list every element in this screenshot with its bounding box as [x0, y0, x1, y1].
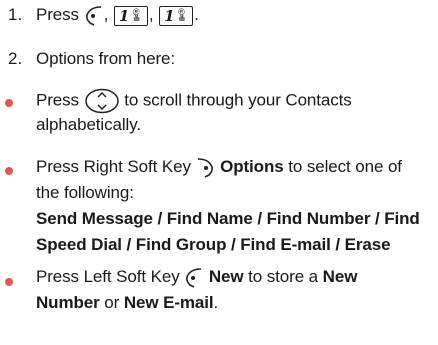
- key-1-icon: 1 ® ≗: [159, 5, 194, 26]
- left-soft-key-icon: [184, 267, 204, 289]
- bullet-2-line-2: the following:: [36, 183, 134, 202]
- number-word: Number: [36, 293, 100, 312]
- bullet-3-line-1: Press Left Soft Key New to store a New: [36, 266, 357, 289]
- bullet-2-lead: Press Right Soft Key: [36, 157, 191, 176]
- bullet-1-line-2: alphabetically.: [36, 115, 141, 134]
- new-word: New: [208, 267, 244, 286]
- options-list-line-2: Speed Dial / Find Group / Find E-mail / …: [36, 234, 391, 256]
- right-soft-key-icon: [195, 157, 215, 179]
- key-1-label: 1: [118, 6, 130, 25]
- bullet-dot: [5, 167, 13, 175]
- instruction-page: 1. Press , 1 ® ≗ , 1 ® ≗ . 2. Options fr…: [0, 0, 438, 345]
- key-1-icon: 1 ® ≗: [113, 5, 148, 26]
- options-list-text-1: Send Message / Find Name / Find Number /…: [36, 209, 420, 228]
- step-1-comma-2: ,: [148, 5, 154, 24]
- bullet-2-tail: to select one of: [288, 157, 402, 176]
- bullet-dot: [5, 278, 13, 286]
- key-1-symbol-bottom: ≗: [178, 13, 186, 24]
- bullet-2-line-1: Press Right Soft Key Options to select o…: [36, 156, 402, 179]
- bullet-3-period: .: [213, 293, 219, 312]
- options-word: Options: [220, 157, 284, 176]
- left-soft-key-icon: [84, 5, 104, 27]
- bullet-3-tail: to store a: [248, 267, 319, 286]
- step-number-1: 1.: [8, 5, 23, 24]
- options-list-line-1: Send Message / Find Name / Find Number /…: [36, 208, 420, 230]
- bullet-3-line-2: Number or New E-mail.: [36, 292, 218, 314]
- bullet-1-line-1: Press to scroll through your Contacts: [36, 88, 352, 114]
- step-1-comma-1: ,: [103, 5, 109, 24]
- step-1-period: .: [194, 5, 199, 24]
- bullet-1-after: to scroll through your Contacts: [124, 90, 352, 110]
- options-list-text-2: Speed Dial / Find Group / Find E-mail / …: [36, 235, 391, 254]
- bullet-3-lead: Press Left Soft Key: [36, 267, 180, 286]
- new-word-2: New: [322, 267, 358, 286]
- step-number-2: 2.: [8, 49, 23, 68]
- step-1-press-word: Press: [36, 5, 79, 24]
- new-email-word: New E-mail: [123, 293, 214, 312]
- bullet-dot: [5, 99, 13, 107]
- key-1-label: 1: [164, 6, 175, 25]
- or-word: or: [104, 293, 120, 312]
- step-2-text: Options from here:: [36, 49, 175, 68]
- step-1-text: Press , 1 ® ≗ , 1 ® ≗ .: [36, 4, 199, 27]
- key-1-symbol-bottom: ≗: [132, 13, 141, 24]
- navigation-key-icon: [84, 88, 120, 114]
- bullet-1-press: Press: [36, 90, 79, 110]
